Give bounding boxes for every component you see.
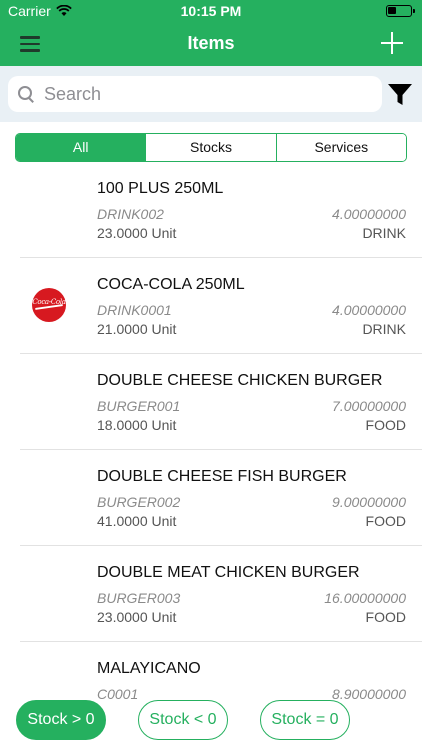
search-area [0, 66, 422, 122]
segment-all[interactable]: All [16, 134, 147, 161]
segment-stocks[interactable]: Stocks [146, 134, 277, 161]
item-quantity: 18.0000 Unit [97, 417, 177, 433]
item-name: DOUBLE CHEESE CHICKEN BURGER [97, 372, 383, 389]
status-time: 10:15 PM [180, 3, 242, 19]
list-item[interactable]: Coca-Cola COCA-COLA 250ML DRINK0001 4.00… [0, 258, 422, 354]
item-category: DRINK [362, 321, 406, 337]
item-price: 9.00000000 [332, 494, 406, 510]
item-price: 4.00000000 [332, 302, 406, 318]
item-quantity: 23.0000 Unit [97, 609, 177, 625]
stock-filter-bar: Stock > 0 Stock < 0 Stock = 0 [0, 700, 422, 746]
item-name: MALAYICANO [97, 660, 201, 677]
item-quantity: 23.0000 Unit [97, 225, 177, 241]
list-item[interactable]: DOUBLE CHEESE CHICKEN BURGER BURGER001 7… [0, 354, 422, 450]
stock-positive-filter-button[interactable]: Stock > 0 [16, 700, 106, 740]
item-price: 16.00000000 [324, 590, 406, 606]
battery-icon [386, 5, 415, 17]
item-list: 100 PLUS 250ML DRINK002 4.00000000 23.00… [0, 162, 422, 738]
item-quantity: 21.0000 Unit [97, 321, 177, 337]
search-icon [18, 86, 34, 102]
item-code: DRINK002 [97, 206, 164, 222]
item-code: BURGER001 [97, 398, 181, 414]
list-item[interactable]: DOUBLE MEAT CHICKEN BURGER BURGER003 16.… [0, 546, 422, 642]
segment-services[interactable]: Services [276, 134, 406, 161]
item-code: BURGER002 [97, 494, 181, 510]
coca-cola-logo: Coca-Cola [32, 288, 66, 322]
item-category: FOOD [365, 417, 406, 433]
navigation-header: Items [0, 22, 422, 66]
item-price: 4.00000000 [332, 206, 406, 222]
filter-icon[interactable] [386, 80, 414, 108]
stock-zero-filter-button[interactable]: Stock = 0 [260, 700, 350, 740]
item-code: BURGER003 [97, 590, 181, 606]
list-item[interactable]: DOUBLE CHEESE FISH BURGER BURGER002 9.00… [0, 450, 422, 546]
item-price: 7.00000000 [332, 398, 406, 414]
list-item[interactable]: 100 PLUS 250ML DRINK002 4.00000000 23.00… [0, 162, 422, 258]
page-title: Items [187, 33, 235, 53]
item-name: COCA-COLA 250ML [97, 276, 245, 293]
item-category: DRINK [362, 225, 406, 241]
search-box[interactable] [8, 76, 382, 112]
item-category: FOOD [365, 513, 406, 529]
item-name: DOUBLE CHEESE FISH BURGER [97, 468, 347, 485]
status-bar: Carrier 10:15 PM [0, 0, 422, 22]
item-quantity: 41.0000 Unit [97, 513, 177, 529]
item-type-segmented-control: All Stocks Services [15, 133, 407, 162]
plus-icon[interactable] [380, 31, 404, 55]
item-code: DRINK0001 [97, 302, 172, 318]
item-category: FOOD [365, 609, 406, 625]
stock-negative-filter-button[interactable]: Stock < 0 [138, 700, 228, 740]
search-input[interactable] [44, 83, 364, 105]
item-name: DOUBLE MEAT CHICKEN BURGER [97, 564, 360, 581]
item-name: 100 PLUS 250ML [97, 180, 224, 197]
